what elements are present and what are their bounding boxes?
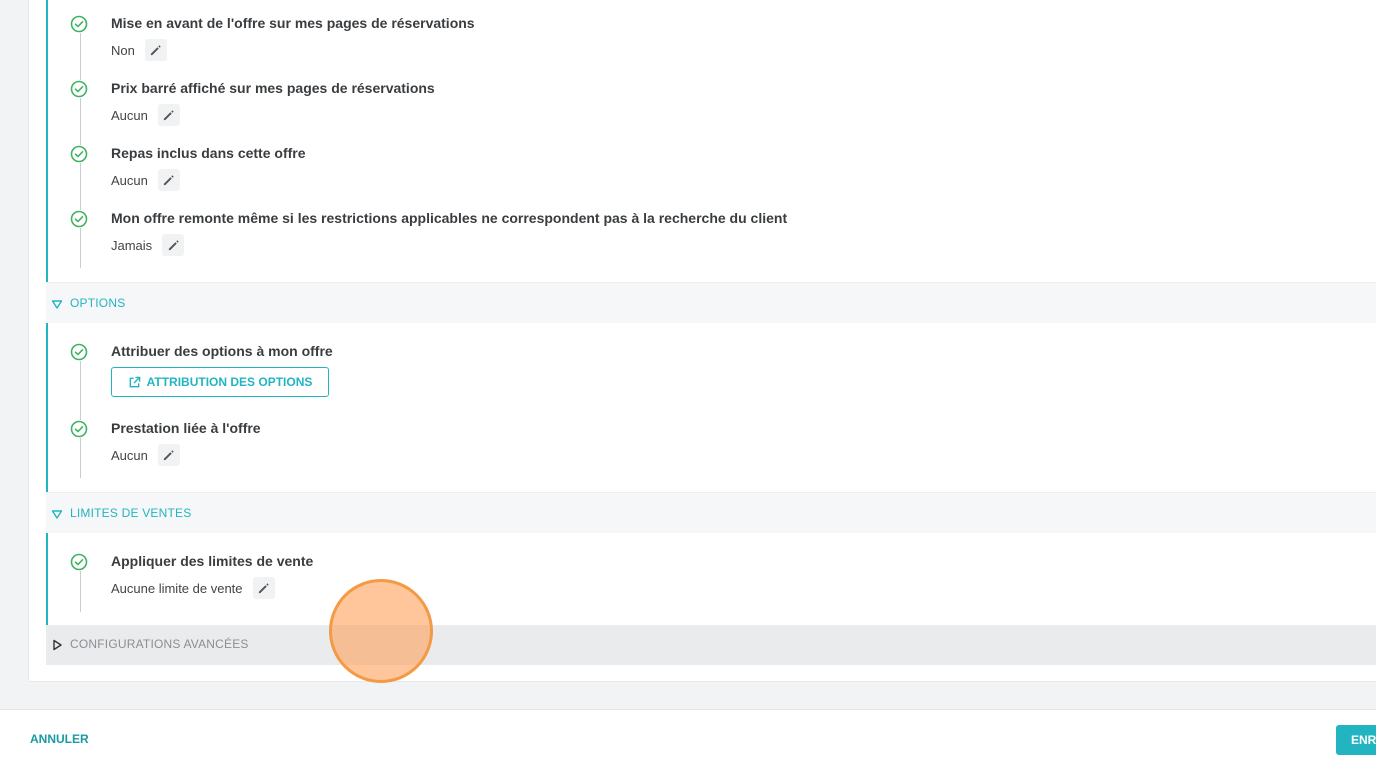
button-label: ATTRIBUTION DES OPTIONS [146,375,313,389]
setting-value: Aucun [111,444,180,466]
cancel-button[interactable]: ANNULER [30,732,89,746]
check-circle-icon [70,80,88,98]
section-title: OPTIONS [70,296,126,310]
setting-label: Prix barré affiché sur mes pages de rése… [111,80,435,96]
pencil-icon [164,109,175,120]
setting-value-text: Aucun [111,172,148,188]
setting-label: Repas inclus dans cette offre [111,145,306,161]
setting-offer-visibility: Mon offre remonte même si les restrictio… [70,210,1270,260]
check-circle-icon [70,553,88,571]
setting-linked-service: Prestation liée à l'offre Aucun [70,420,1270,470]
edit-button[interactable] [157,444,180,466]
check-circle-icon [70,15,88,33]
setting-meals-included: Repas inclus dans cette offre Aucun [70,145,1270,195]
triangle-down-icon [51,510,63,519]
options-assignment-button[interactable]: ATTRIBUTION DES OPTIONS [111,367,329,397]
setting-value: Jamais [111,234,185,256]
triangle-down-icon [51,300,63,309]
save-button[interactable]: ENREGISTRER [1336,725,1376,755]
edit-button[interactable] [252,577,275,599]
section-title: LIMITES DE VENTES [70,506,192,520]
form-footer: ANNULER ENREGISTRER [0,709,1376,770]
setting-value: Aucun [111,104,180,126]
check-circle-icon [70,420,88,438]
section-header-advanced[interactable]: CONFIGURATIONS AVANCÉES [46,625,1376,665]
edit-button[interactable] [157,169,180,191]
pencil-icon [168,239,179,250]
edit-button[interactable] [162,234,185,256]
setting-value-text: Non [111,42,135,58]
setting-label: Prestation liée à l'offre [111,420,261,436]
edit-button[interactable] [157,104,180,126]
setting-value-text: Aucun [111,447,148,463]
pencil-icon [164,174,175,185]
check-circle-icon [70,343,88,361]
section-header-sales-limits[interactable]: LIMITES DE VENTES [46,492,1376,534]
setting-value-text: Aucun [111,107,148,123]
setting-value: Aucun [111,169,180,191]
setting-label: Mise en avant de l'offre sur mes pages d… [111,15,475,31]
section-header-options[interactable]: OPTIONS [46,282,1376,324]
setting-sales-limits: Appliquer des limites de vente Aucune li… [70,553,1270,603]
pencil-icon [258,582,269,593]
setting-value-text: Aucune limite de vente [111,580,243,596]
setting-label: Mon offre remonte même si les restrictio… [111,210,788,226]
setting-label: Attribuer des options à mon offre [111,343,333,359]
edit-button[interactable] [144,39,167,61]
setting-value: Aucune limite de vente [111,577,275,599]
pencil-icon [151,44,162,55]
triangle-right-icon [53,639,62,651]
section-title: CONFIGURATIONS AVANCÉES [70,637,249,651]
setting-strike-price: Prix barré affiché sur mes pages de rése… [70,80,1270,130]
pencil-icon [164,449,175,460]
setting-value-text: Jamais [111,237,153,253]
check-circle-icon [70,145,88,163]
external-link-icon [129,376,140,387]
setting-highlight-offer: Mise en avant de l'offre sur mes pages d… [70,15,1270,65]
setting-assign-options: Attribuer des options à mon offre ATTRIB… [70,343,1270,403]
check-circle-icon [70,210,88,228]
setting-label: Appliquer des limites de vente [111,553,314,569]
setting-value: Non [111,39,167,61]
